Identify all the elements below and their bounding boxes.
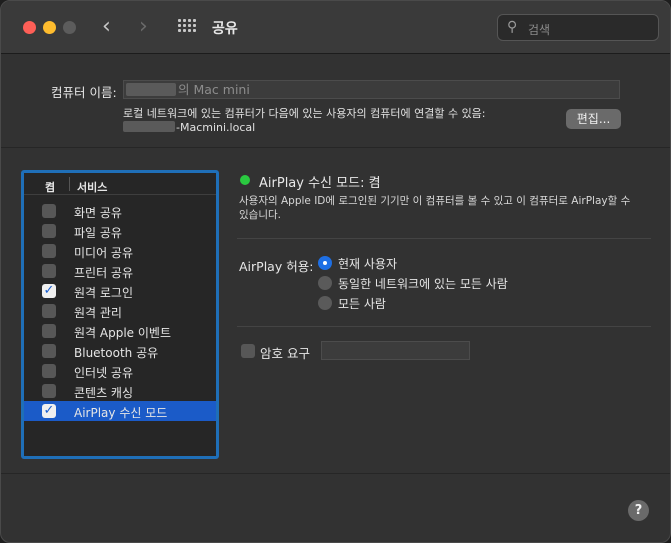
computer-name-field[interactable]: 의 Mac mini [123, 80, 620, 99]
help-button[interactable]: ? [628, 500, 649, 521]
service-label: 인터넷 공유 [74, 366, 134, 380]
close-window-button[interactable] [23, 21, 36, 34]
window-title: 공유 [212, 21, 238, 37]
chevron-right-icon[interactable]: › [139, 15, 148, 39]
sharing-window: ‹ › 공유 ⚲ 검색 컴퓨터 이름: 의 Mac mini 로컬 네트워크에 … [0, 0, 671, 543]
magnifier-icon: ⚲ [507, 19, 518, 35]
service-row[interactable]: 프린터 공유 [24, 261, 216, 281]
service-checkbox[interactable] [42, 264, 56, 278]
service-label: AirPlay 수신 모드 [74, 406, 168, 420]
edit-button[interactable]: 편집... [566, 109, 621, 129]
airplay-allow-label: AirPlay 허용: [239, 259, 314, 274]
computer-name-description: 로컬 네트워크에 있는 컴퓨터가 다음에 있는 사용자의 컴퓨터에 연결할 수 … [123, 107, 486, 120]
airplay-allow-radio[interactable] [318, 256, 332, 270]
computer-name-value: 의 Mac mini [178, 82, 250, 97]
require-password-checkbox[interactable] [241, 344, 255, 358]
service-checkbox[interactable]: ✓ [42, 284, 56, 298]
redacted-name [126, 83, 176, 96]
header-on: 켬 [45, 181, 56, 194]
service-row[interactable]: 미디어 공유 [24, 241, 216, 261]
header-divider [69, 177, 70, 191]
airplay-allow-option-label: 모든 사람 [338, 297, 386, 311]
service-row[interactable]: 파일 공유 [24, 221, 216, 241]
service-checkbox[interactable] [42, 364, 56, 378]
titlebar: ‹ › 공유 ⚲ 검색 [1, 1, 670, 54]
zoom-window-button[interactable] [63, 21, 76, 34]
airplay-allow-option-label: 현재 사용자 [338, 257, 398, 271]
divider [237, 238, 651, 239]
service-description: 사용자의 Apple ID에 로그인된 기기만 이 컴퓨터를 볼 수 있고 이 … [239, 195, 631, 221]
service-row[interactable]: 원격 관리 [24, 301, 216, 321]
service-checkbox[interactable] [42, 384, 56, 398]
service-label: 콘텐츠 캐싱 [74, 386, 134, 400]
service-row[interactable]: ✓ 원격 로그인 [24, 281, 216, 301]
service-row[interactable]: Bluetooth 공유 [24, 341, 216, 361]
local-hostname: -Macmini.local [123, 121, 255, 134]
service-checkbox[interactable] [42, 324, 56, 338]
search-placeholder: 검색 [528, 23, 551, 37]
service-row[interactable]: ✓ AirPlay 수신 모드 [24, 401, 216, 421]
service-row[interactable]: 인터넷 공유 [24, 361, 216, 381]
service-checkbox[interactable] [42, 224, 56, 238]
airplay-allow-radio[interactable] [318, 296, 332, 310]
password-input[interactable] [321, 341, 470, 360]
status-indicator-icon [240, 175, 250, 185]
divider [237, 326, 651, 327]
service-list[interactable]: 켬 서비스 화면 공유파일 공유미디어 공유프린터 공유 ✓ 원격 로그인원격 관리… [21, 170, 219, 459]
require-password-label: 암호 요구 [260, 346, 310, 361]
chevron-left-icon[interactable]: ‹ [102, 15, 111, 39]
divider [1, 473, 670, 474]
service-list-header: 켬 서비스 [24, 173, 216, 195]
grid-icon[interactable] [178, 19, 197, 36]
service-label: 화면 공유 [74, 206, 122, 220]
service-checkbox[interactable] [42, 304, 56, 318]
airplay-allow-option-label: 동일한 네트워크에 있는 모든 사람 [338, 277, 508, 291]
minimize-window-button[interactable] [43, 21, 56, 34]
service-label: Bluetooth 공유 [74, 346, 159, 360]
service-label: 원격 로그인 [74, 286, 134, 300]
redacted-host [123, 121, 175, 132]
service-label: 프린터 공유 [74, 266, 134, 280]
service-checkbox[interactable] [42, 204, 56, 218]
header-service: 서비스 [77, 181, 108, 194]
service-label: 원격 Apple 이벤트 [74, 326, 171, 340]
service-label: 미디어 공유 [74, 246, 134, 260]
search-input[interactable]: ⚲ 검색 [497, 14, 659, 41]
service-checkbox[interactable] [42, 244, 56, 258]
local-hostname-value: -Macmini.local [176, 121, 256, 134]
divider [1, 147, 670, 148]
service-status: AirPlay 수신 모드: 켬 [259, 176, 381, 191]
service-checkbox[interactable]: ✓ [42, 404, 56, 418]
service-label: 원격 관리 [74, 306, 122, 320]
computer-name-label: 컴퓨터 이름: [51, 85, 117, 100]
service-row[interactable]: 화면 공유 [24, 201, 216, 221]
airplay-allow-radio[interactable] [318, 276, 332, 290]
service-row[interactable]: 원격 Apple 이벤트 [24, 321, 216, 341]
service-row[interactable]: 콘텐츠 캐싱 [24, 381, 216, 401]
service-label: 파일 공유 [74, 226, 122, 240]
service-checkbox[interactable] [42, 344, 56, 358]
